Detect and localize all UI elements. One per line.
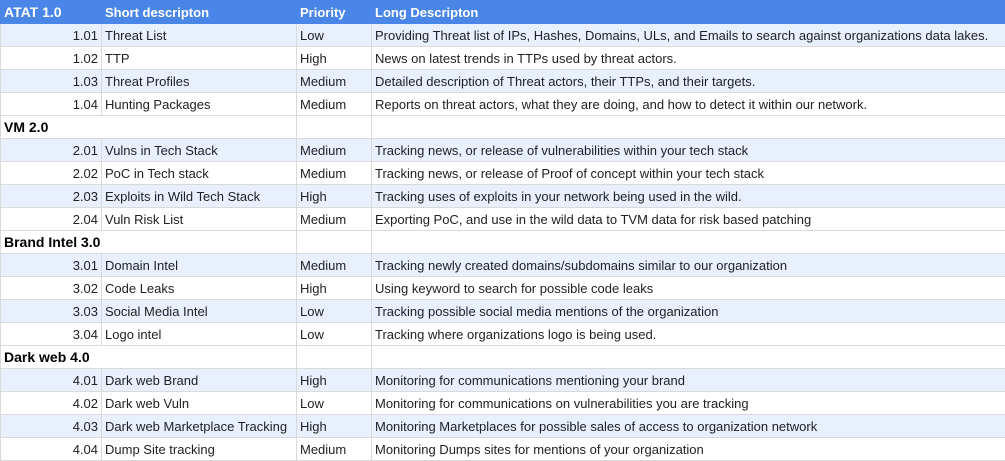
table-row: 3.02 Code Leaks High Using keyword to searc… [0,276,1005,300]
table-row: 2.02 PoC in Tech stack Medium Tracking news… [0,161,1005,185]
priority-cell[interactable]: Medium [296,207,372,231]
section-row: Dark web 4.0 [0,345,1005,369]
id-cell[interactable]: 1.03 [0,69,102,93]
header-cell-section[interactable]: ATAT 1.0 [0,0,102,24]
empty-cell[interactable] [296,230,372,254]
long-description-cell[interactable]: Reports on threat actors, what they are … [371,92,1005,116]
table-row: 3.04 Logo intel Low Tracking where organiza… [0,322,1005,346]
priority-cell[interactable]: Medium [296,161,372,185]
id-cell[interactable]: 3.01 [0,253,102,277]
priority-cell[interactable]: High [296,46,372,70]
short-description-cell[interactable]: Dark web Vuln [101,391,297,415]
short-description-cell[interactable]: Exploits in Wild Tech Stack [101,184,297,208]
spreadsheet-table: ATAT 1.0 Short descripton Priority Long … [0,0,1005,461]
priority-cell[interactable]: Medium [296,138,372,162]
id-cell[interactable]: 1.02 [0,46,102,70]
priority-cell[interactable]: Medium [296,69,372,93]
short-description-cell[interactable]: Social Media Intel [101,299,297,323]
table-row: 4.03 Dark web Marketplace Tracking High Mon… [0,414,1005,438]
long-description-cell[interactable]: Using keyword to search for possible cod… [371,276,1005,300]
priority-cell[interactable]: Medium [296,437,372,461]
short-description-cell[interactable]: PoC in Tech stack [101,161,297,185]
table-row: 1.01 Threat List Low Providing Threat list … [0,23,1005,47]
long-description-cell[interactable]: Monitoring for communications on vulnera… [371,391,1005,415]
table-row: 3.01 Domain Intel Medium Tracking newly cre… [0,253,1005,277]
priority-cell[interactable]: Low [296,299,372,323]
long-description-cell[interactable]: Monitoring Marketplaces for possible sal… [371,414,1005,438]
priority-cell[interactable]: High [296,184,372,208]
section-row: VM 2.0 [0,115,1005,139]
long-description-cell[interactable]: Monitoring for communications mentioning… [371,368,1005,392]
long-description-cell[interactable]: Providing Threat list of IPs, Hashes, Do… [371,23,1005,47]
long-description-cell[interactable]: Tracking news, or release of vulnerabili… [371,138,1005,162]
table-row: 1.02 TTP High News on latest trends in TTPs… [0,46,1005,70]
id-cell[interactable]: 3.03 [0,299,102,323]
table-row: 4.01 Dark web Brand High Monitoring for com… [0,368,1005,392]
id-cell[interactable]: 3.02 [0,276,102,300]
long-description-cell[interactable]: Exporting PoC, and use in the wild data … [371,207,1005,231]
short-description-cell[interactable]: Domain Intel [101,253,297,277]
short-description-cell[interactable]: Dark web Brand [101,368,297,392]
id-cell[interactable]: 1.04 [0,92,102,116]
section-title-cell[interactable]: Dark web 4.0 [0,345,297,369]
id-cell[interactable]: 1.01 [0,23,102,47]
priority-cell[interactable]: High [296,368,372,392]
short-description-cell[interactable]: Vulns in Tech Stack [101,138,297,162]
long-description-cell[interactable]: Detailed description of Threat actors, t… [371,69,1005,93]
long-description-cell[interactable]: Tracking uses of exploits in your networ… [371,184,1005,208]
short-description-cell[interactable]: Dump Site tracking [101,437,297,461]
table-row: 1.04 Hunting Packages Medium Reports on thr… [0,92,1005,116]
short-description-cell[interactable]: TTP [101,46,297,70]
table-row: 3.03 Social Media Intel Low Tracking possib… [0,299,1005,323]
long-description-cell[interactable]: Tracking where organizations logo is bei… [371,322,1005,346]
table-row: 1.03 Threat Profiles Medium Detailed descri… [0,69,1005,93]
id-cell[interactable]: 4.02 [0,391,102,415]
short-description-cell[interactable]: Hunting Packages [101,92,297,116]
table-row: 4.04 Dump Site tracking Medium Monitoring D… [0,437,1005,461]
long-description-cell[interactable]: Tracking possible social media mentions … [371,299,1005,323]
table-row: 2.01 Vulns in Tech Stack Medium Tracking ne… [0,138,1005,162]
section-title-cell[interactable]: Brand Intel 3.0 [0,230,297,254]
id-cell[interactable]: 2.01 [0,138,102,162]
empty-cell[interactable] [371,115,1005,139]
short-description-cell[interactable]: Dark web Marketplace Tracking [101,414,297,438]
priority-cell[interactable]: High [296,414,372,438]
empty-cell[interactable] [296,115,372,139]
id-cell[interactable]: 4.01 [0,368,102,392]
empty-cell[interactable] [371,345,1005,369]
header-row: ATAT 1.0 Short descripton Priority Long … [0,0,1005,24]
table-row: 4.02 Dark web Vuln Low Monitoring for commu… [0,391,1005,415]
long-description-cell[interactable]: Tracking newly created domains/subdomain… [371,253,1005,277]
empty-cell[interactable] [371,230,1005,254]
priority-cell[interactable]: Low [296,322,372,346]
short-description-cell[interactable]: Threat List [101,23,297,47]
long-description-cell[interactable]: Tracking news, or release of Proof of co… [371,161,1005,185]
id-cell[interactable]: 3.04 [0,322,102,346]
id-cell[interactable]: 2.02 [0,161,102,185]
table-row: 2.04 Vuln Risk List Medium Exporting PoC, a… [0,207,1005,231]
short-description-cell[interactable]: Code Leaks [101,276,297,300]
id-cell[interactable]: 2.03 [0,184,102,208]
id-cell[interactable]: 4.03 [0,414,102,438]
table-row: 2.03 Exploits in Wild Tech Stack High Track… [0,184,1005,208]
id-cell[interactable]: 2.04 [0,207,102,231]
priority-cell[interactable]: Medium [296,253,372,277]
section-row: Brand Intel 3.0 [0,230,1005,254]
header-cell-long[interactable]: Long Descripton [371,0,1005,24]
short-description-cell[interactable]: Threat Profiles [101,69,297,93]
header-cell-priority[interactable]: Priority [296,0,372,24]
id-cell[interactable]: 4.04 [0,437,102,461]
long-description-cell[interactable]: Monitoring Dumps sites for mentions of y… [371,437,1005,461]
long-description-cell[interactable]: News on latest trends in TTPs used by th… [371,46,1005,70]
priority-cell[interactable]: High [296,276,372,300]
empty-cell[interactable] [296,345,372,369]
header-cell-short[interactable]: Short descripton [101,0,297,24]
priority-cell[interactable]: Low [296,23,372,47]
priority-cell[interactable]: Low [296,391,372,415]
section-title-cell[interactable]: VM 2.0 [0,115,297,139]
short-description-cell[interactable]: Logo intel [101,322,297,346]
short-description-cell[interactable]: Vuln Risk List [101,207,297,231]
priority-cell[interactable]: Medium [296,92,372,116]
